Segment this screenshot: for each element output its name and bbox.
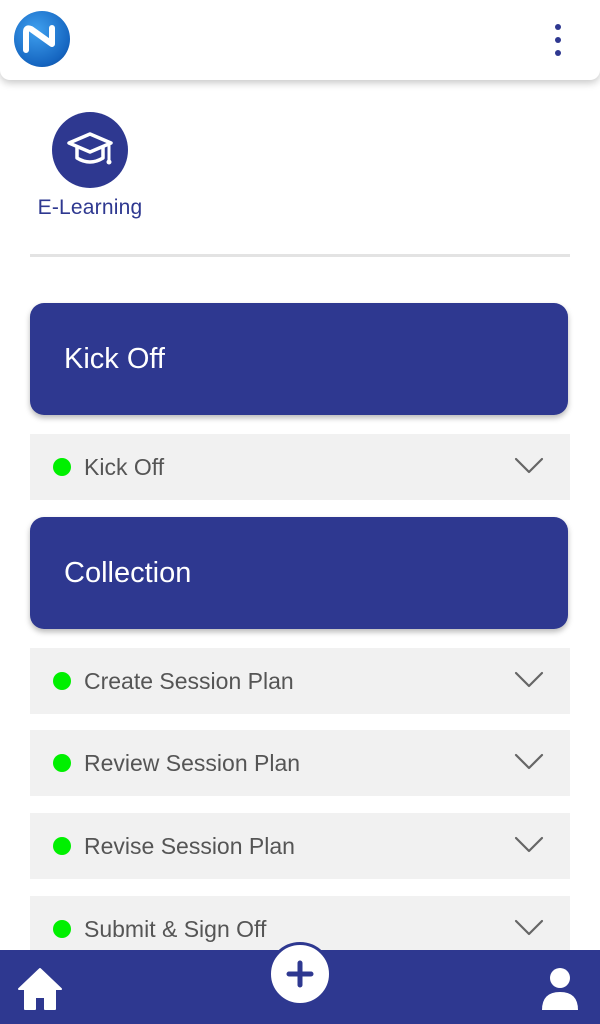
module-label: E-Learning — [37, 196, 143, 219]
step-row-kick-off[interactable]: Kick Off — [30, 434, 570, 500]
app-screen: E-Learning Kick Off Kick Off Collection … — [0, 0, 600, 1024]
top-app-bar — [0, 0, 600, 80]
chevron-down-icon[interactable] — [514, 918, 544, 938]
step-label: Review Session Plan — [84, 749, 301, 776]
status-dot — [53, 920, 71, 938]
kebab-dot — [555, 24, 561, 30]
status-dot — [53, 837, 71, 855]
graduation-cap-icon — [52, 112, 128, 188]
user-icon[interactable] — [540, 966, 580, 1012]
step-label: Create Session Plan — [84, 667, 294, 694]
section-title: Kick Off — [64, 342, 165, 375]
status-dot — [53, 754, 71, 772]
kebab-dot — [555, 37, 561, 43]
chevron-down-icon[interactable] — [514, 835, 544, 855]
chevron-down-icon[interactable] — [514, 752, 544, 772]
brand-logo-icon[interactable] — [14, 11, 70, 67]
divider — [30, 254, 570, 257]
module-tile-elearning[interactable]: E-Learning — [30, 110, 150, 230]
plus-icon — [286, 960, 314, 988]
kebab-dot — [555, 50, 561, 56]
status-dot — [53, 458, 71, 476]
kebab-menu-icon[interactable] — [546, 22, 570, 58]
chevron-down-icon[interactable] — [514, 670, 544, 690]
step-row-review-session-plan[interactable]: Review Session Plan — [30, 730, 570, 796]
section-header-collection[interactable]: Collection — [30, 517, 568, 629]
section-header-kick-off[interactable]: Kick Off — [30, 303, 568, 415]
step-row-revise-session-plan[interactable]: Revise Session Plan — [30, 813, 570, 879]
chevron-down-icon[interactable] — [514, 456, 544, 476]
step-row-create-session-plan[interactable]: Create Session Plan — [30, 648, 570, 714]
section-title: Collection — [64, 556, 192, 589]
step-label: Submit & Sign Off — [84, 915, 267, 942]
status-dot — [53, 672, 71, 690]
add-button[interactable] — [268, 942, 332, 1006]
logo-mark — [23, 25, 55, 53]
home-icon[interactable] — [16, 966, 64, 1012]
step-label: Kick Off — [84, 453, 165, 480]
step-label: Revise Session Plan — [84, 832, 295, 859]
